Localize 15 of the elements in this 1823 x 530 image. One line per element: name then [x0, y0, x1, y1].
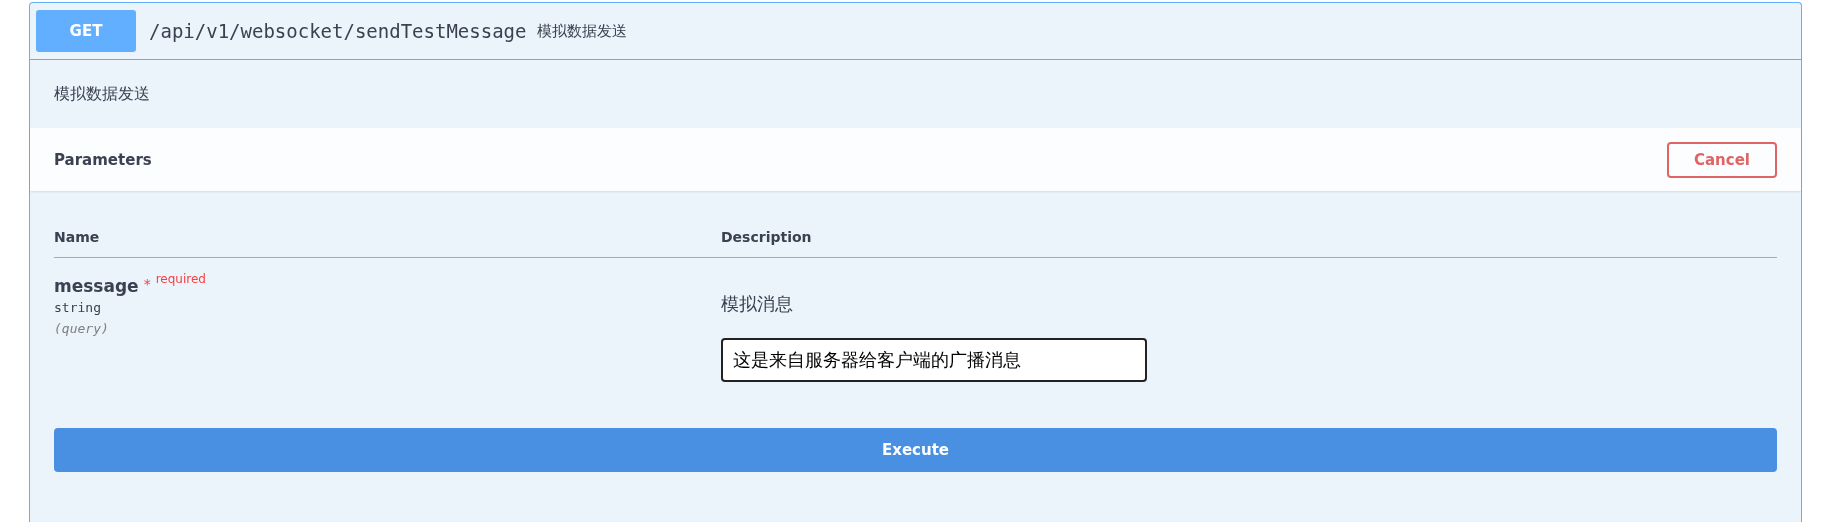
method-badge: GET [36, 10, 136, 52]
operation-summary: 模拟数据发送 [536, 21, 627, 41]
parameters-title: Parameters [54, 150, 152, 169]
parameter-name: message [54, 276, 139, 296]
parameter-description: 模拟消息 [721, 292, 793, 316]
column-header: Name [54, 229, 101, 245]
parameter-location: (query) [54, 321, 109, 336]
column-header: Description [721, 229, 813, 245]
parameter-type: string [54, 300, 101, 315]
required-label: required [155, 272, 206, 286]
input-field[interactable]: 这是来自服务器给客户端的广播消息 [721, 338, 1147, 382]
operation-description: 模拟数据发送 [54, 83, 150, 105]
operation-header[interactable]: GET /api/v1/websocket/sendTestMessage 模拟数据发送 [30, 3, 1801, 60]
endpoint-path: /api/v1/websocket/sendTestMessage [149, 20, 527, 42]
required-mark: * [143, 276, 151, 292]
